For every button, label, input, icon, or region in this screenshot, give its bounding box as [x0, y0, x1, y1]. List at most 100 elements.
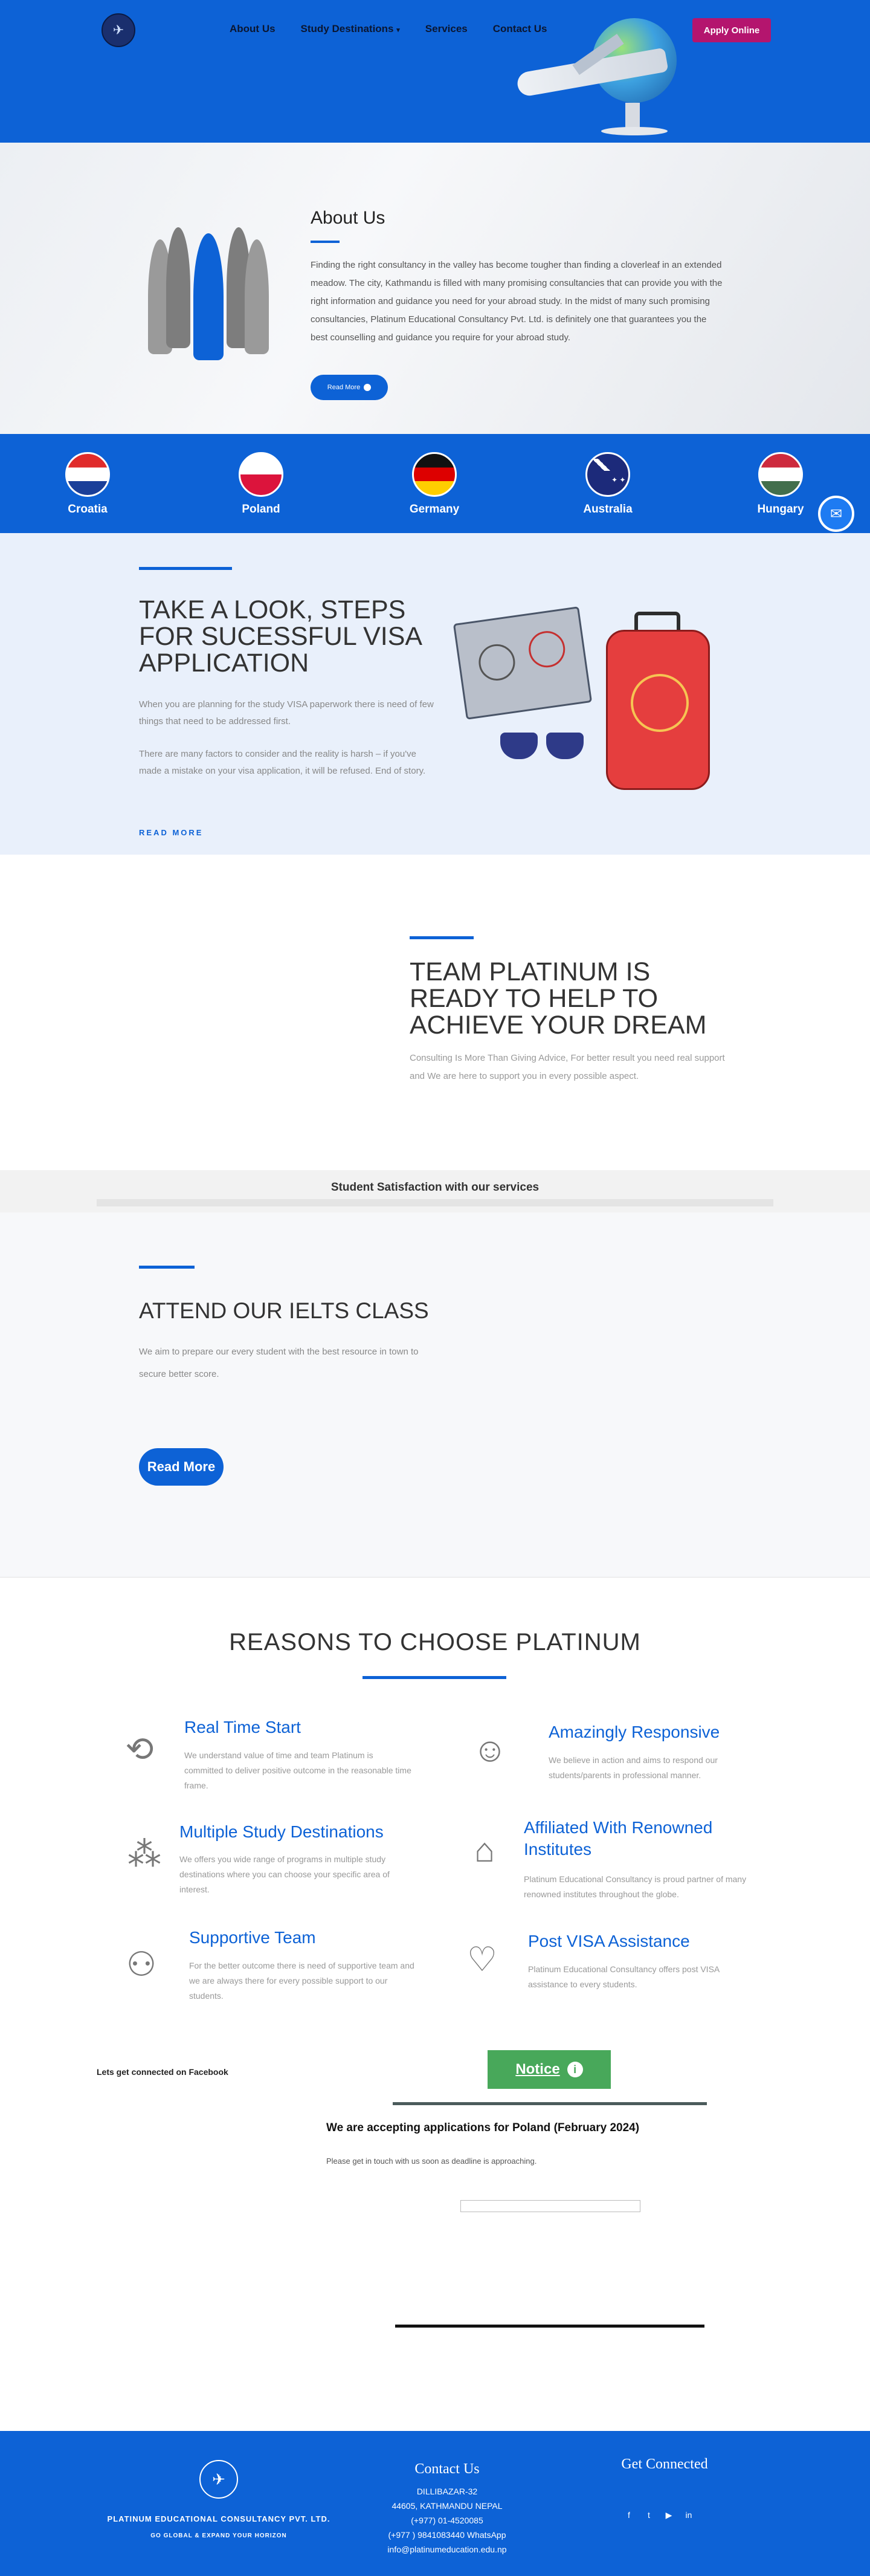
notice-button[interactable]: Notice i: [488, 2050, 611, 2089]
footer-whatsapp[interactable]: (+977 ) 9841083440 WhatsApp: [344, 2530, 550, 2540]
responsive-person-icon: ☺: [472, 1730, 507, 1769]
site-footer: ✈ PLATINUM EDUCATIONAL CONSULTANCY PVT. …: [0, 2431, 870, 2576]
reason-title: Affiliated With Renowned Institutes: [524, 1818, 713, 1859]
footer-company-name: PLATINUM EDUCATIONAL CONSULTANCY PVT. LT…: [107, 2514, 330, 2523]
reason-title: Supportive Team: [189, 1928, 316, 1947]
notice-label: Notice: [515, 2061, 560, 2077]
network-icon: ⁂: [127, 1835, 161, 1873]
globe-stand: [625, 103, 640, 130]
study-destination-flags: Croatia Poland Germany ✦ ✦ Australia Hun…: [0, 434, 870, 533]
reason-text: We offers you wide range of programs in …: [179, 1854, 390, 1894]
globe-airplane-illustration: [515, 12, 692, 139]
flag-label: Hungary: [757, 503, 804, 516]
about-section: About Us Finding the right consultancy i…: [0, 143, 870, 434]
ielts-read-more-button[interactable]: Read More: [139, 1448, 224, 1486]
passport-stamp: [526, 629, 568, 670]
institute-building-icon: ⌂: [474, 1830, 495, 1869]
satisfaction-section: Student Satisfaction with our services: [0, 1170, 870, 1212]
steps-title: TAKE A LOOK, STEPS FOR SUCESSFUL VISA AP…: [139, 595, 421, 678]
arrow-circle-icon: [364, 384, 372, 391]
section-rule: [139, 1266, 195, 1269]
ielts-section: ATTEND OUR IELTS CLASS We aim to prepare…: [0, 1212, 870, 1578]
steps-paragraph-2: There are many factors to consider and t…: [139, 749, 426, 776]
footer-contact-title: Contact Us: [414, 2461, 480, 2477]
footer-city: 44605, KATHMANDU NEPAL: [392, 2501, 503, 2511]
facebook-connect-label: Lets get connected on Facebook: [97, 2067, 228, 2077]
suitcase-emblem: [631, 674, 689, 732]
footer-social-title: Get Connected: [621, 2456, 708, 2472]
sunglasses-image: [500, 733, 585, 762]
reason-text: For the better outcome there is need of …: [189, 1961, 414, 2001]
footer-logo[interactable]: ✈: [199, 2460, 238, 2499]
australia-flag-icon: ✦ ✦: [585, 452, 630, 497]
steps-paragraph-1: When you are planning for the study VISA…: [139, 699, 434, 727]
footer-email[interactable]: info@platinumeducation.edu.np: [344, 2545, 550, 2554]
ielts-text: We aim to prepare our every student with…: [139, 1347, 419, 1379]
nav-about-us[interactable]: About Us: [230, 23, 276, 35]
section-rule: [139, 567, 232, 570]
flag-item-hungary[interactable]: Hungary: [738, 452, 823, 516]
croatia-flag-icon: [65, 452, 110, 497]
germany-flag-icon: [412, 452, 457, 497]
notice-image: [460, 2200, 640, 2212]
apply-online-button[interactable]: Apply Online: [692, 18, 771, 42]
notice-bottom-rule: [395, 2325, 704, 2328]
globe-base: [601, 127, 668, 135]
footer-tagline: GO GLOBAL & EXPAND YOUR HORIZON: [150, 2532, 287, 2539]
flag-label: Poland: [242, 503, 280, 516]
satisfaction-bar: [97, 1199, 773, 1206]
team-title: TEAM PLATINUM IS READY TO HELP TO ACHIEV…: [410, 957, 707, 1040]
ielts-title: ATTEND OUR IELTS CLASS: [139, 1298, 429, 1323]
nav-services[interactable]: Services: [425, 23, 468, 35]
youtube-icon[interactable]: ▶: [662, 2508, 675, 2522]
hungary-flag-icon: [758, 452, 803, 497]
team-icon: ⚇: [126, 1945, 157, 1983]
flag-item-poland[interactable]: Poland: [219, 452, 303, 516]
nav-study-destinations[interactable]: Study Destinations ▾: [301, 23, 400, 35]
steps-read-more-link[interactable]: READ MORE: [139, 828, 203, 837]
chevron-down-icon: ▾: [396, 27, 400, 34]
twitter-icon[interactable]: t: [642, 2508, 656, 2522]
section-rule: [410, 936, 474, 939]
satisfaction-title: Student Satisfaction with our services: [330, 1181, 540, 1194]
reasons-title-underline: [362, 1676, 506, 1679]
flag-label: Australia: [583, 503, 633, 516]
team-section: TEAM PLATINUM IS READY TO HELP TO ACHIEV…: [0, 855, 870, 1170]
about-text: Finding the right consultancy in the val…: [311, 260, 723, 343]
flag-item-croatia[interactable]: Croatia: [45, 452, 130, 516]
reason-title: Post VISA Assistance: [528, 1932, 690, 1950]
notice-top-rule: [393, 2102, 707, 2105]
notice-heading: We are accepting applications for Poland…: [326, 2121, 640, 2134]
footer-phone[interactable]: (+977) 01-4520085: [344, 2516, 550, 2525]
poland-flag-icon: [239, 452, 283, 497]
messenger-icon[interactable]: ✉: [818, 496, 854, 532]
reason-text: We believe in action and aims to respond…: [549, 1755, 718, 1780]
flag-label: Germany: [409, 503, 460, 516]
info-icon: i: [567, 2062, 583, 2077]
flag-label: Croatia: [68, 503, 108, 516]
suitcase-handle: [634, 612, 680, 632]
about-title-underline: [311, 241, 340, 243]
visa-steps-section: TAKE A LOOK, STEPS FOR SUCESSFUL VISA AP…: [0, 533, 870, 855]
reasons-section: REASONS TO CHOOSE PLATINUM ⟲ Real Time S…: [0, 1578, 870, 2037]
main-nav: About Us Study Destinations ▾ Services C…: [230, 23, 547, 35]
reason-text: We understand value of time and team Pla…: [184, 1750, 411, 1790]
notice-subtext: Please get in touch with us soon as dead…: [326, 2157, 537, 2166]
facebook-icon[interactable]: f: [622, 2508, 636, 2522]
linkedin-icon[interactable]: in: [682, 2508, 695, 2522]
reasons-title: REASONS TO CHOOSE PLATINUM: [229, 1629, 641, 1655]
footer-address: DILLIBAZAR-32: [416, 2487, 478, 2496]
flag-item-germany[interactable]: Germany: [392, 452, 477, 516]
platinum-logo[interactable]: ✈: [102, 13, 135, 47]
reason-title: Real Time Start: [184, 1718, 301, 1736]
passport-image: [453, 606, 593, 720]
reason-title: Amazingly Responsive: [549, 1723, 720, 1741]
about-title: About Us: [311, 208, 385, 228]
flag-item-australia[interactable]: ✦ ✦ Australia: [566, 452, 650, 516]
read-more-label: Read More: [327, 384, 361, 391]
nav-study-destinations-label: Study Destinations: [300, 23, 394, 34]
reason-title: Multiple Study Destinations: [179, 1822, 384, 1841]
about-read-more-button[interactable]: Read More: [311, 375, 388, 400]
reason-text: Platinum Educational Consultancy is prou…: [524, 1874, 747, 1899]
suitcase-image: [606, 630, 710, 790]
